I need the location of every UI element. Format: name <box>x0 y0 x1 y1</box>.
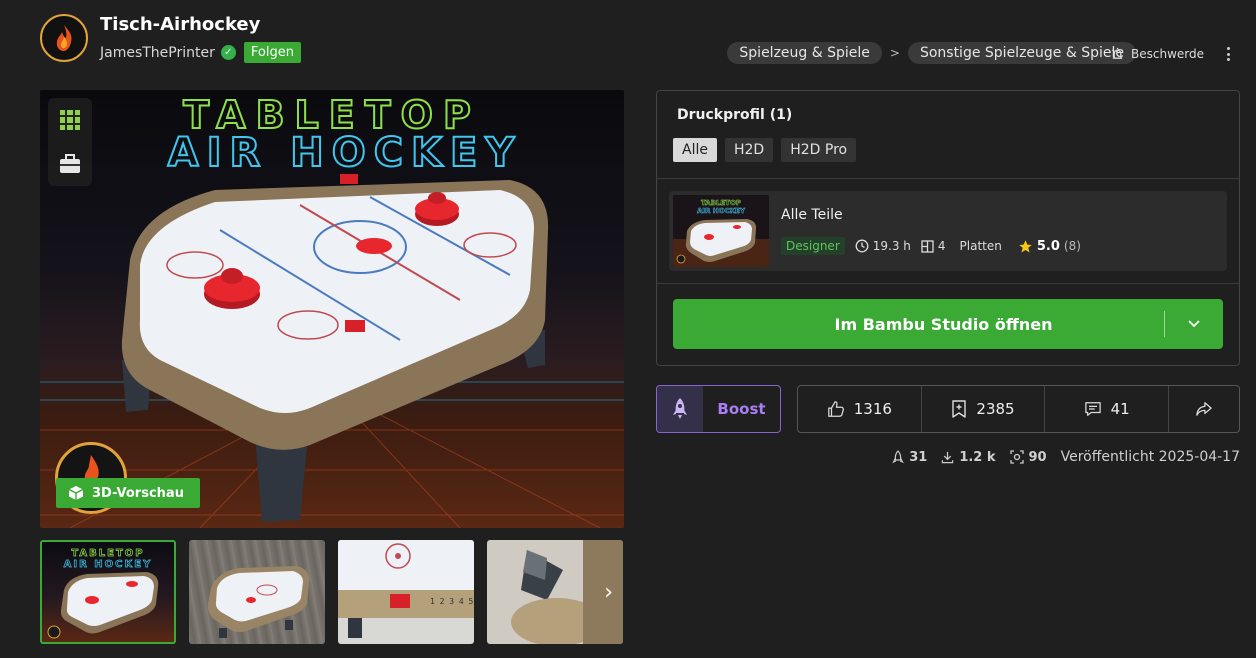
designer-badge: Designer <box>781 237 845 255</box>
chevron-down-icon[interactable] <box>1165 320 1223 328</box>
profile-meta: Designer 19.3 h 4 Platten 5.0 (8) <box>781 237 1081 255</box>
follow-button[interactable]: Folgen <box>243 42 301 63</box>
page-title: Tisch-Airhockey <box>100 14 261 35</box>
chevron-right-icon[interactable]: › <box>604 580 613 605</box>
more-options-icon[interactable] <box>1222 44 1234 64</box>
comment-count: 41 <box>1110 400 1130 418</box>
svg-text:AIR HOCKEY: AIR HOCKEY <box>697 207 746 215</box>
share-button[interactable] <box>1169 386 1239 432</box>
breadcrumb-subcategory[interactable]: Sonstige Spielzeuge & Spiele <box>907 42 1136 64</box>
star-icon <box>1019 239 1032 252</box>
breadcrumb-separator: > <box>889 46 900 60</box>
boost-count: 31 <box>892 450 927 465</box>
thumbnail-3[interactable]: 1 2 3 4 5 6 7 <box>338 540 474 644</box>
engagement-bar: 1316 2385 41 <box>797 385 1240 433</box>
collect-button[interactable]: 2385 <box>922 386 1046 432</box>
print-icon <box>1009 450 1024 464</box>
report-button[interactable]: Beschwerde <box>1110 46 1204 61</box>
download-count-value: 1.2 k <box>959 449 996 465</box>
comment-button[interactable]: 41 <box>1045 386 1170 432</box>
breadcrumb: Spielzeug & Spiele > Sonstige Spielzeuge… <box>727 42 1136 64</box>
3d-preview-label: 3D-Vorschau <box>92 485 184 501</box>
toolbox-icon[interactable] <box>57 151 83 177</box>
author-name[interactable]: JamesThePrinter <box>100 45 215 61</box>
flame-logo-icon <box>56 25 72 51</box>
filter-h2d[interactable]: H2D <box>724 138 774 162</box>
thumbnail-strip: TABLETOP AIR HOCKEY 1 2 3 4 5 6 7 <box>40 540 624 644</box>
boost-count-value: 31 <box>909 449 928 465</box>
neon-title-bottom: AIR HOCKEY <box>168 130 523 176</box>
svg-text:TABLETOP: TABLETOP <box>71 548 144 559</box>
thumbnail-1[interactable]: TABLETOP AIR HOCKEY <box>40 540 176 644</box>
print-time-value: 19.3 h <box>872 239 911 253</box>
like-button[interactable]: 1316 <box>798 386 922 432</box>
thumbnail-2[interactable] <box>189 540 325 644</box>
rating: 5.0 (8) <box>1018 239 1081 254</box>
thumbs-up-icon <box>827 401 844 417</box>
profile-card[interactable]: TABLETOP AIR HOCKEY Alle Teile Designer … <box>669 191 1227 271</box>
breadcrumb-category[interactable]: Spielzeug & Spiele <box>727 42 882 64</box>
author-row: JamesThePrinter ✓ Folgen <box>100 42 301 63</box>
3d-preview-button[interactable]: 3D-Vorschau <box>56 478 200 508</box>
printer-filter-chips: Alle H2D H2D Pro <box>673 138 857 162</box>
plates-label: Platten <box>959 239 1002 253</box>
model-3d-icon[interactable] <box>57 107 83 133</box>
verified-icon: ✓ <box>220 45 236 60</box>
svg-text:1 2 3 4 5 6 7: 1 2 3 4 5 6 7 <box>430 597 474 606</box>
open-button-label: Im Bambu Studio öffnen <box>834 314 1053 334</box>
like-count: 1316 <box>853 400 892 418</box>
filter-all[interactable]: Alle <box>673 138 717 162</box>
print-profile-panel: Druckprofil (1) Alle H2D H2D Pro TABLETO… <box>656 90 1240 366</box>
comment-icon <box>1084 402 1101 416</box>
cube-icon <box>68 486 84 500</box>
report-label: Beschwerde <box>1131 46 1204 61</box>
profile-name: Alle Teile <box>781 207 843 223</box>
divider <box>657 178 1239 179</box>
alarm-icon <box>1111 47 1124 59</box>
print-profile-title: Druckprofil (1) <box>677 107 793 123</box>
svg-text:TABLETOP: TABLETOP <box>701 199 741 207</box>
clock-icon <box>855 239 869 253</box>
air-hockey-render: TABLETOP AIR HOCKEY <box>40 92 624 528</box>
print-count-value: 90 <box>1028 449 1047 465</box>
rocket-small-icon <box>892 450 904 464</box>
filter-h2d-pro[interactable]: H2D Pro <box>781 138 857 162</box>
download-icon <box>942 451 954 463</box>
open-in-bambu-studio-button[interactable]: Im Bambu Studio öffnen <box>673 299 1223 349</box>
main-model-image[interactable]: TABLETOP AIR HOCKEY <box>40 90 624 528</box>
rating-value: 5.0 <box>1036 238 1060 254</box>
share-icon <box>1196 402 1212 416</box>
plate-icon <box>921 239 934 253</box>
boost-label: Boost <box>717 400 766 418</box>
collect-count: 2385 <box>976 400 1015 418</box>
model-statistics: 31 1.2 k 90 Veröffentlicht 2025-04-17 <box>892 449 1240 465</box>
boost-button[interactable]: Boost <box>656 385 781 433</box>
plates-count: 4 <box>937 239 946 253</box>
thumbnail-4[interactable]: › <box>487 540 623 644</box>
profile-thumbnail: TABLETOP AIR HOCKEY <box>673 195 769 267</box>
rating-count: (8) <box>1063 239 1081 253</box>
divider <box>657 283 1239 284</box>
print-time: 19.3 h <box>855 239 911 253</box>
image-toolbar <box>48 98 92 186</box>
plates: 4 Platten <box>921 239 1002 253</box>
svg-text:AIR HOCKEY: AIR HOCKEY <box>64 559 153 570</box>
publish-date: Veröffentlicht 2025-04-17 <box>1060 449 1240 465</box>
bookmark-plus-icon <box>952 400 967 418</box>
print-count: 90 <box>1009 449 1047 465</box>
download-count: 1.2 k <box>941 449 996 465</box>
author-avatar[interactable] <box>40 14 88 62</box>
rocket-icon <box>657 386 703 432</box>
